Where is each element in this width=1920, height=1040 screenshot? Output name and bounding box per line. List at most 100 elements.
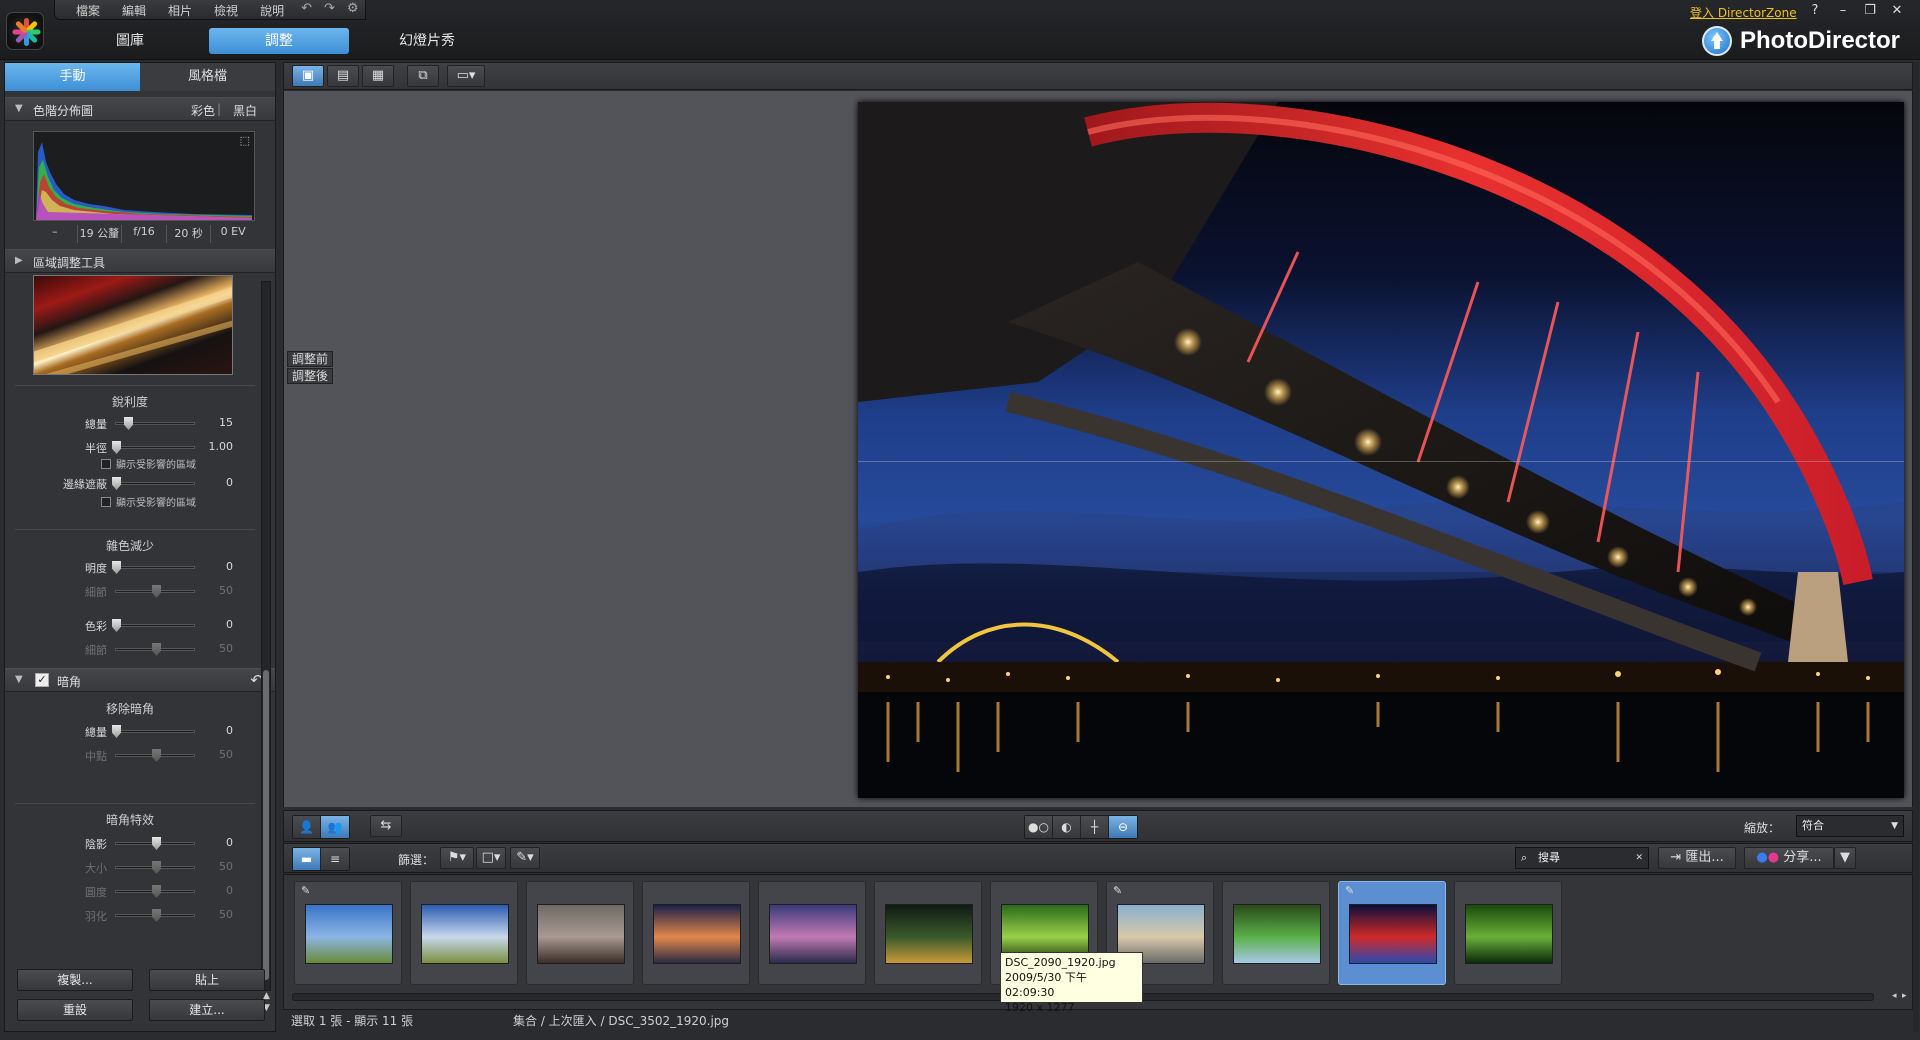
rotate-view-icon[interactable]: ⧉ [407, 65, 439, 87]
show-affected-checkbox-1[interactable]: 顯示受影響的區域 [101, 456, 261, 471]
slider-knob[interactable] [124, 417, 133, 430]
slider-knob[interactable] [112, 477, 121, 490]
panel-scrollbar[interactable] [261, 281, 271, 991]
redo-icon[interactable]: ↷ [318, 0, 341, 19]
histogram-header[interactable]: ▼ 色階分佈圖 彩色 | 黑白 [5, 97, 275, 121]
list-view-icon[interactable]: ≡ [321, 848, 349, 870]
navigator-preview[interactable] [33, 275, 233, 375]
search-input[interactable]: ⌕ 搜尋 ✕ [1515, 847, 1649, 869]
exif-aperture: f/16 [122, 225, 167, 243]
restore-icon[interactable]: ❐ [1859, 3, 1881, 18]
flag-filter-icon[interactable]: ⚑▾ [440, 847, 474, 869]
rating-filter-icon[interactable]: □▾ [476, 847, 506, 869]
tab-slideshow[interactable]: 幻燈片秀 [357, 28, 497, 54]
photo-thumbnail[interactable]: ✎ [294, 881, 402, 985]
tab-adjustment[interactable]: 調整 [209, 28, 349, 54]
compare-mode-toggle: ●○ ◐ ┼ ⊖ [1024, 815, 1138, 839]
noise-luminance-slider[interactable]: 明度 0 [5, 559, 255, 575]
minimize-icon[interactable]: – [1832, 3, 1854, 18]
tab-library[interactable]: 圖庫 [60, 28, 200, 54]
menu-file[interactable]: 檔案 [65, 0, 111, 19]
zoom-select[interactable]: 符合 ▼ [1796, 815, 1904, 837]
tooltip-filename: DSC_2090_1920.jpg [1005, 956, 1116, 969]
vignette-enable-checkbox[interactable]: ✓ [35, 673, 49, 687]
filmstrip-toolbar: ▬ ≡ 篩選： ⚑▾ □▾ ✎▾ ⌕ 搜尋 ✕ ⇥ 匯出... ●● 分享...… [283, 843, 1913, 873]
main-photo[interactable] [858, 102, 1904, 798]
sharpness-title: 銳利度 [111, 395, 148, 409]
sharpness-radius-slider[interactable]: 半徑 1.00 [5, 439, 255, 455]
vertical-split-icon[interactable]: ┼ [1081, 816, 1109, 838]
share-button[interactable]: ●● 分享... [1744, 847, 1834, 869]
slider-knob[interactable] [112, 725, 121, 738]
histogram-title: 色階分佈圖 [33, 104, 94, 118]
histogram-expand-icon[interactable]: ⬚ [240, 134, 250, 147]
settings-gear-icon[interactable]: ⚙ [341, 0, 365, 19]
single-person-icon[interactable]: 👤 [293, 816, 321, 838]
multi-person-icon[interactable]: 👥 [321, 816, 349, 838]
single-view-icon[interactable]: ▣ [292, 65, 324, 87]
scroll-left-icon[interactable]: ◂ [1892, 991, 1897, 1001]
clear-search-icon[interactable]: ✕ [1635, 848, 1643, 868]
filmstrip-view-icon[interactable]: ▬ [293, 848, 321, 870]
reset-button[interactable]: 重設 [17, 999, 133, 1021]
histogram-color-mode[interactable]: 彩色 [191, 102, 215, 119]
slider-knob[interactable] [152, 837, 161, 850]
noise-color-detail-slider: 細節 50 [85, 642, 233, 657]
edit-filter-icon[interactable]: ✎▾ [510, 847, 540, 869]
photo-thumbnail[interactable] [526, 881, 634, 985]
help-button[interactable]: ? [1804, 3, 1826, 18]
share-dropdown-icon[interactable]: ▼ [1834, 847, 1856, 869]
close-icon[interactable]: ✕ [1886, 3, 1908, 18]
collapse-triangle-icon[interactable]: ▼ [15, 103, 23, 114]
create-preset-button[interactable]: 建立... [149, 999, 265, 1021]
photo-thumbnail[interactable] [874, 881, 982, 985]
scroll-right-icon[interactable]: ▸ [1902, 991, 1907, 1001]
tab-presets[interactable]: 風格檔 [140, 63, 275, 91]
horizontal-split-icon[interactable]: ⊖ [1109, 816, 1137, 838]
copy-button[interactable]: 複製... [17, 969, 133, 991]
regional-tools-header[interactable]: ▶ 區域調整工具 [5, 249, 275, 273]
slider-knob[interactable] [112, 619, 121, 632]
undo-icon[interactable]: ↶ [295, 0, 318, 19]
vignette-amount-slider[interactable]: 總量 0 [5, 723, 255, 739]
side-by-side-icon[interactable]: ●○ [1025, 816, 1053, 838]
histogram-bw-mode[interactable]: 黑白 [233, 102, 257, 119]
app-logo-icon[interactable] [6, 12, 44, 50]
update-arrow-icon[interactable] [1702, 26, 1732, 56]
tab-manual[interactable]: 手動 [5, 63, 140, 91]
thumbnail-image [537, 904, 625, 964]
scrollbar-thumb[interactable] [263, 670, 269, 980]
grid-view-icon[interactable]: ▦ [362, 65, 394, 87]
show-affected-checkbox-2[interactable]: 顯示受影響的區域 [101, 494, 261, 509]
photo-thumbnail[interactable]: ✎ [1338, 881, 1446, 985]
sharpness-amount-slider[interactable]: 總量 15 [5, 415, 255, 431]
slider-knob[interactable] [112, 441, 121, 454]
export-button[interactable]: ⇥ 匯出... [1658, 847, 1736, 869]
display-monitor-icon[interactable]: ▭▾ [447, 65, 485, 87]
photo-thumbnail[interactable] [410, 881, 518, 985]
login-directorzone-link[interactable]: 登入 DirectorZone [1690, 4, 1797, 21]
vignette-title: 暗角 [57, 675, 82, 689]
collapse-triangle-icon[interactable]: ▼ [15, 674, 23, 685]
compare-view-icon[interactable]: ▤ [327, 65, 359, 87]
photo-thumbnail[interactable] [1222, 881, 1330, 985]
split-compare-icon[interactable]: ◐ [1053, 816, 1081, 838]
menu-view[interactable]: 檢視 [203, 0, 249, 19]
menu-photo[interactable]: 相片 [157, 0, 203, 19]
slider-knob[interactable] [112, 561, 121, 574]
photo-thumbnail[interactable] [758, 881, 866, 985]
noise-color-slider[interactable]: 色彩 0 [5, 617, 255, 633]
expand-triangle-icon[interactable]: ▶ [15, 255, 23, 266]
before-after-split-line[interactable] [858, 461, 1904, 462]
photo-thumbnail[interactable] [1454, 881, 1562, 985]
vignette-header[interactable]: ▼ ✓ 暗角 ↶ [5, 668, 275, 692]
menu-help[interactable]: 說明 [249, 0, 295, 19]
export-icon: ⇥ [1670, 850, 1686, 865]
panel-tabs: 手動 風格檔 [5, 63, 275, 91]
menu-edit[interactable]: 編輯 [111, 0, 157, 19]
paste-button[interactable]: 貼上 [149, 969, 265, 991]
edge-mask-slider[interactable]: 邊緣遮蔽 0 [5, 475, 255, 491]
rotate-sync-icon[interactable]: ⇆ [370, 815, 402, 837]
photo-thumbnail[interactable] [642, 881, 750, 985]
vignette-shadow-slider[interactable]: 陰影 0 [5, 835, 255, 851]
